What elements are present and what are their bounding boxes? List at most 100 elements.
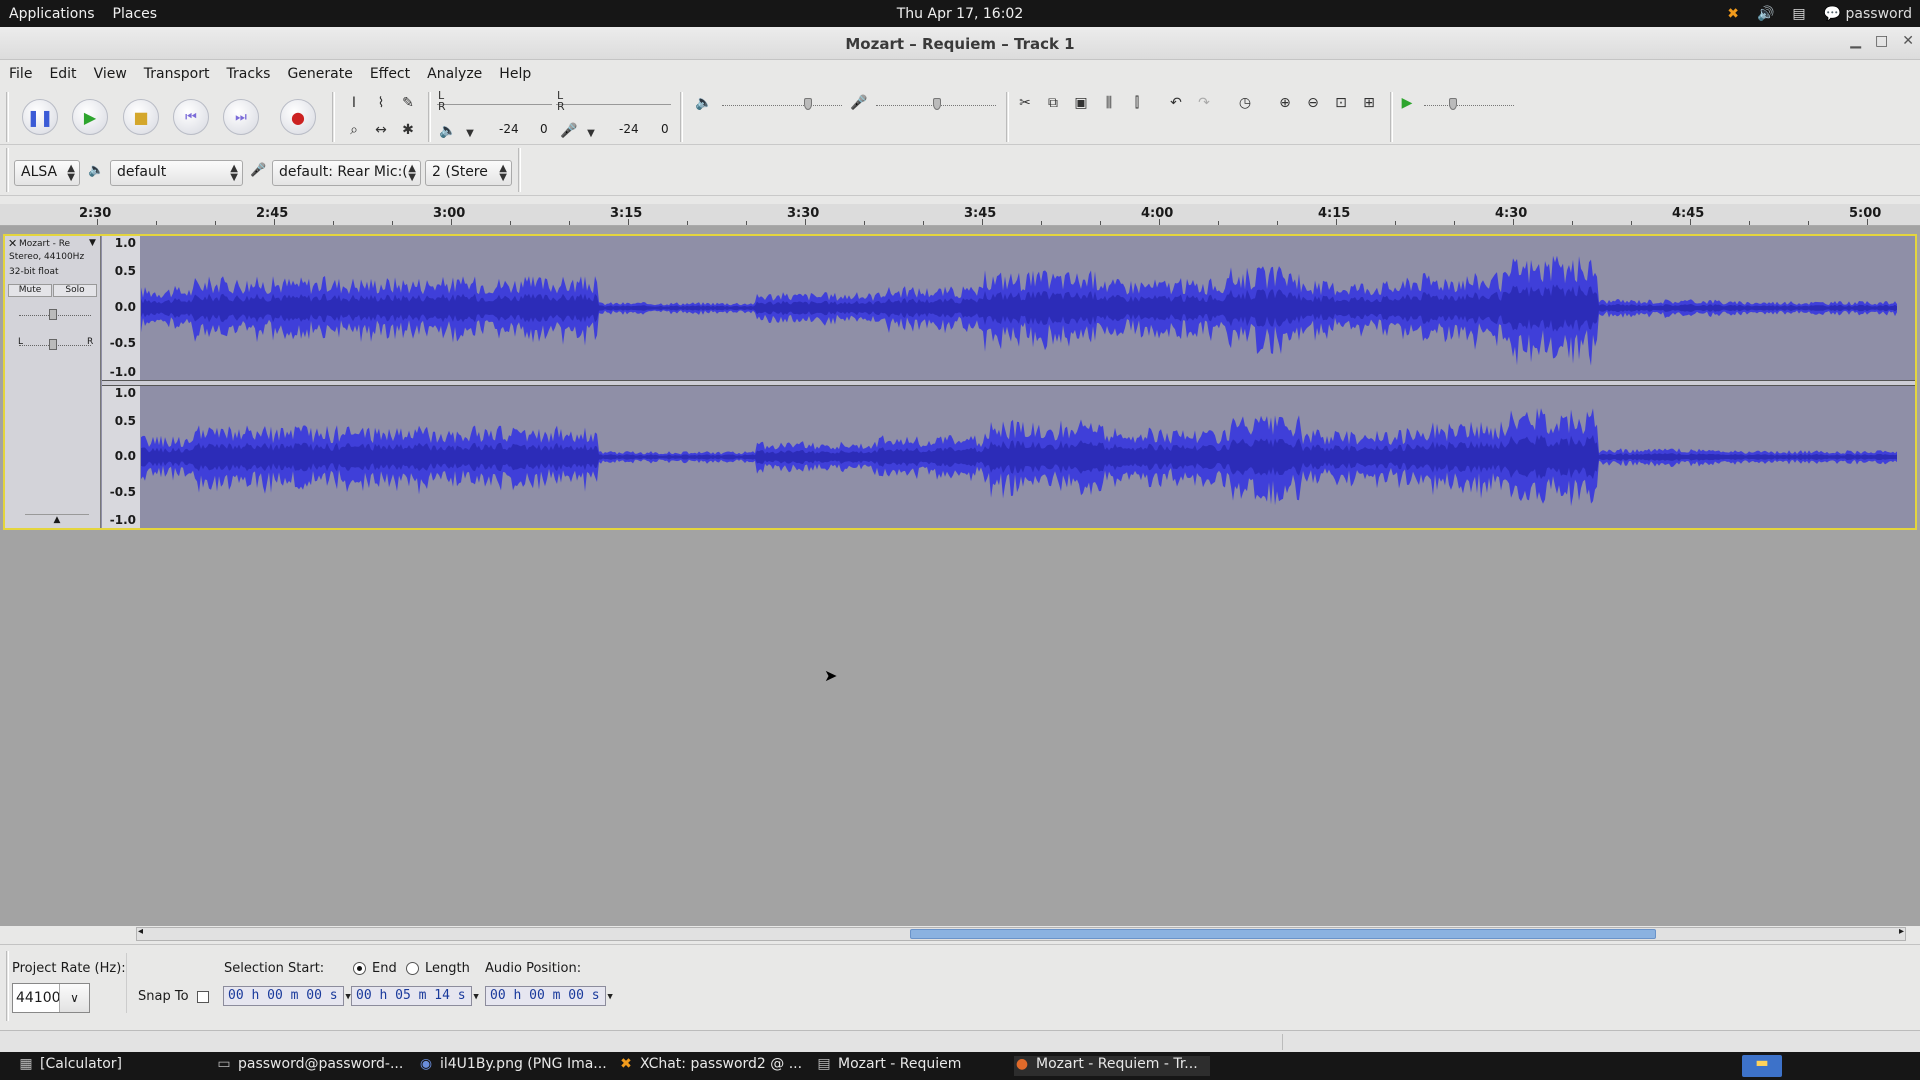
- toolbar-grip[interactable]: [1006, 92, 1009, 142]
- gain-knob[interactable]: [49, 309, 57, 320]
- length-radio[interactable]: [406, 962, 419, 975]
- solo-button[interactable]: Solo: [53, 284, 97, 297]
- panel-clock[interactable]: Thu Apr 17, 16:02: [0, 6, 1920, 22]
- toolbar-grip[interactable]: [518, 148, 521, 192]
- scroll-right-icon[interactable]: ▸: [1899, 926, 1904, 937]
- chevron-down-icon[interactable]: ▼: [345, 992, 350, 1002]
- silence-icon[interactable]: ⫿: [1126, 92, 1148, 114]
- skip-start-button[interactable]: ⏮: [173, 99, 209, 135]
- output-volume-knob[interactable]: [804, 98, 812, 110]
- chevron-down-icon[interactable]: ∨: [59, 984, 89, 1012]
- envelope-tool-icon[interactable]: ⌇: [370, 92, 392, 114]
- task-xchat[interactable]: ✖ XChat: password2 @ ...: [618, 1056, 808, 1076]
- zoom-in-icon[interactable]: ⊕: [1274, 92, 1296, 114]
- redo-icon[interactable]: ↷: [1193, 92, 1215, 114]
- toolbar-grip[interactable]: [332, 92, 335, 142]
- end-radio[interactable]: [353, 962, 366, 975]
- undo-icon[interactable]: ↶: [1165, 92, 1187, 114]
- toolbar-grip[interactable]: [428, 92, 431, 142]
- chevron-down-icon[interactable]: ▼: [473, 992, 478, 1002]
- track-close-icon[interactable]: ✕: [8, 237, 17, 250]
- places-menu[interactable]: Places: [104, 6, 167, 22]
- record-meter-dropdown-icon[interactable]: ▼: [580, 122, 602, 144]
- volume-icon[interactable]: 🔊: [1757, 6, 1774, 22]
- playback-meter-dropdown-icon[interactable]: ▼: [459, 122, 481, 144]
- waveform-left-channel[interactable]: [141, 236, 1897, 380]
- stop-button[interactable]: ■: [123, 99, 159, 135]
- xchat-tray-icon[interactable]: ✖: [1727, 6, 1739, 22]
- workspace-switcher[interactable]: ▬: [1742, 1055, 1782, 1077]
- task-terminal[interactable]: ▭ password@password-...: [216, 1056, 406, 1076]
- toolbar-grip[interactable]: [6, 92, 9, 142]
- task-folder[interactable]: ▤ Mozart - Requiem: [816, 1056, 1006, 1076]
- output-device-select[interactable]: default ▲ ▼: [110, 160, 243, 186]
- task-browser[interactable]: ◉ il4U1By.png (PNG Ima...: [418, 1056, 608, 1076]
- copy-icon[interactable]: ⧉: [1042, 92, 1064, 114]
- fit-selection-icon[interactable]: ⊡: [1330, 92, 1352, 114]
- menu-file[interactable]: File: [9, 66, 32, 82]
- vertical-ruler-right-channel[interactable]: 1.0 0.5 0.0 -0.5 -1.0: [102, 386, 140, 528]
- menu-analyze[interactable]: Analyze: [427, 66, 482, 82]
- toolbar-grip[interactable]: [6, 148, 9, 192]
- waveform-right-channel[interactable]: [141, 386, 1897, 528]
- applications-menu[interactable]: Applications: [0, 6, 104, 22]
- selection-start-timecode[interactable]: 00 h 00 m 00 s ▼: [223, 986, 351, 1006]
- selection-end-timecode[interactable]: 00 h 05 m 14 s ▼: [351, 986, 479, 1006]
- playback-meter[interactable]: L R: [437, 89, 552, 113]
- chevron-down-icon[interactable]: ▼: [607, 992, 612, 1002]
- task-audacity[interactable]: ● Mozart - Requiem - Tr...: [1014, 1056, 1210, 1076]
- maximize-icon[interactable]: □: [1875, 33, 1888, 49]
- paste-icon[interactable]: ▣: [1070, 92, 1092, 114]
- menu-generate[interactable]: Generate: [287, 66, 352, 82]
- close-icon[interactable]: ✕: [1902, 33, 1914, 49]
- trim-icon[interactable]: ⫼: [1098, 92, 1120, 114]
- pause-button[interactable]: ❚❚: [22, 99, 58, 135]
- menu-tracks[interactable]: Tracks: [227, 66, 271, 82]
- snap-to-checkbox[interactable]: [197, 991, 209, 1003]
- timeline-ruler[interactable]: 2:30 2:45 3:00 3:15 3:30 3:45 4:00 4:15 4:30 4:45…: [0, 204, 1920, 226]
- draw-tool-icon[interactable]: ✎: [397, 92, 419, 114]
- network-icon[interactable]: ▤: [1792, 6, 1805, 22]
- input-device-select[interactable]: default: Rear Mic:(▲ ▼: [272, 160, 421, 186]
- menu-help[interactable]: Help: [499, 66, 531, 82]
- sync-lock-icon[interactable]: ◷: [1234, 92, 1256, 114]
- toolbar-grip[interactable]: [6, 951, 9, 1021]
- play-at-speed-icon[interactable]: ▶: [1396, 92, 1418, 114]
- track-panel[interactable]: ✕ Mozart - Re ▼ Stereo, 44100Hz 32-bit f…: [0, 226, 1920, 926]
- zoom-out-icon[interactable]: ⊖: [1302, 92, 1324, 114]
- collapse-track-icon[interactable]: ▲: [25, 514, 89, 526]
- track-name-menu[interactable]: Mozart - Re: [19, 239, 70, 249]
- audio-position-timecode[interactable]: 00 h 00 m 00 s ▼: [485, 986, 613, 1006]
- play-speed-slider[interactable]: [1424, 105, 1514, 107]
- menu-edit[interactable]: Edit: [49, 66, 76, 82]
- menu-effect[interactable]: Effect: [370, 66, 410, 82]
- horizontal-scrollbar[interactable]: ◂ ▸: [136, 926, 1906, 941]
- audio-track[interactable]: ✕ Mozart - Re ▼ Stereo, 44100Hz 32-bit f…: [3, 234, 1917, 530]
- skip-end-button[interactable]: ⏭: [223, 99, 259, 135]
- toolbar-grip[interactable]: [1390, 92, 1393, 142]
- menu-transport[interactable]: Transport: [144, 66, 210, 82]
- input-channels-select[interactable]: 2 (Stere ▲ ▼: [425, 160, 512, 186]
- fit-project-icon[interactable]: ⊞: [1358, 92, 1380, 114]
- audio-host-select[interactable]: ALSA ▲ ▼: [14, 160, 80, 186]
- scrollbar-thumb[interactable]: [910, 929, 1656, 939]
- record-meter[interactable]: L R: [556, 89, 671, 113]
- play-speed-knob[interactable]: [1449, 98, 1457, 110]
- zoom-tool-icon[interactable]: ⌕: [343, 119, 365, 141]
- timeshift-tool-icon[interactable]: ↔: [370, 119, 392, 141]
- minimize-icon[interactable]: ▁: [1850, 33, 1861, 49]
- project-rate-combo[interactable]: 44100 ∨: [12, 983, 90, 1013]
- user-menu[interactable]: 💬 password: [1824, 6, 1912, 22]
- record-button[interactable]: ●: [280, 99, 316, 135]
- window-titlebar[interactable]: Mozart – Requiem – Track 1 ▁ □ ✕: [0, 27, 1920, 60]
- selection-tool-icon[interactable]: I: [343, 92, 365, 114]
- track-menu-dropdown-icon[interactable]: ▼: [89, 238, 96, 248]
- mute-button[interactable]: Mute: [8, 284, 52, 297]
- pan-knob[interactable]: [49, 339, 57, 350]
- vertical-ruler-left-channel[interactable]: 1.0 0.5 0.0 -0.5 -1.0: [102, 236, 140, 380]
- play-button[interactable]: ▶: [72, 99, 108, 135]
- track-control-panel[interactable]: ✕ Mozart - Re ▼ Stereo, 44100Hz 32-bit f…: [5, 236, 101, 528]
- output-volume-slider[interactable]: [722, 105, 842, 107]
- input-volume-knob[interactable]: [933, 98, 941, 110]
- scroll-left-icon[interactable]: ◂: [138, 926, 143, 937]
